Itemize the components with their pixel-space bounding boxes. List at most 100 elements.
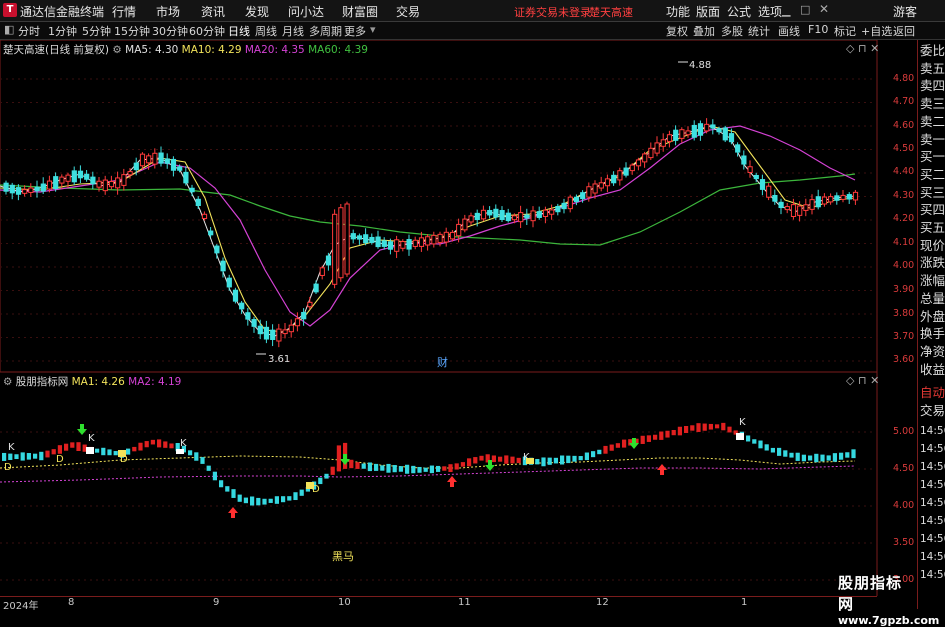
period-tab-multi[interactable]: 多周期 <box>309 23 342 39</box>
candle-body <box>797 205 803 216</box>
collapse-icon[interactable]: ⊓ <box>858 374 867 387</box>
time-tick: 14:56 <box>920 551 945 563</box>
indicator-bar <box>640 435 645 444</box>
candle-body <box>542 209 549 217</box>
diamond-icon[interactable]: ◇ <box>846 374 854 387</box>
candle-body <box>170 158 177 171</box>
menu-wealth-circle[interactable]: 财富圈 <box>342 3 378 20</box>
period-tab-30min[interactable]: 30分钟 <box>152 23 188 39</box>
auto-mode-label[interactable]: 自动 <box>920 384 945 402</box>
finance-marker[interactable]: 财 <box>437 355 448 369</box>
period-tab-1min[interactable]: 1分钟 <box>48 23 77 39</box>
indicator-bar <box>14 454 19 460</box>
period-tab-weekly[interactable]: 周线 <box>255 23 277 39</box>
candle-body <box>611 174 617 184</box>
candle-body <box>201 213 208 220</box>
indicator-name[interactable]: 股朋指标网 <box>16 376 69 388</box>
kline-chart[interactable]: 4.88 3.61 财 K K K K K D D D D 黑马 <box>0 40 917 596</box>
candle-body <box>177 166 183 171</box>
panel-close-icon[interactable]: ✕ <box>870 42 879 55</box>
btn-statistics[interactable]: 统计 <box>748 23 770 39</box>
period-tab-60min[interactable]: 60分钟 <box>189 23 225 39</box>
app-title: 通达信金融终端 <box>20 5 105 19</box>
candle-body <box>834 195 840 201</box>
time-tick: 14:56 <box>920 497 945 509</box>
indicator-bar <box>467 458 472 467</box>
indicator-bar <box>231 489 236 498</box>
more-dropdown-icon[interactable]: ▾ <box>370 23 376 36</box>
indicator-bar <box>746 435 751 442</box>
candle-body <box>536 211 542 218</box>
k-mark: K <box>88 433 95 444</box>
menu-discover[interactable]: 发现 <box>245 3 269 20</box>
menu-trade[interactable]: 交易 <box>396 3 420 20</box>
indicator-bar <box>219 480 224 488</box>
period-tab-intraday[interactable]: 分时 <box>18 23 40 39</box>
candle-body <box>456 223 462 237</box>
minimize-icon[interactable]: ▁ <box>782 4 790 17</box>
maximize-icon[interactable]: □ <box>800 3 810 16</box>
indicator-bar <box>268 498 273 503</box>
menu-ask[interactable]: 问小达 <box>288 3 324 20</box>
trade-login-notice[interactable]: 证券交易未登录 <box>514 4 591 20</box>
settings-gear-icon[interactable]: ⚙ <box>112 44 121 56</box>
period-tab-5min[interactable]: 5分钟 <box>82 23 111 39</box>
panel-close-icon[interactable]: ✕ <box>870 374 879 387</box>
candle-body <box>9 184 15 194</box>
toolbar-handle-icon[interactable]: ◧ <box>4 23 14 36</box>
indicator-bar <box>324 473 329 479</box>
btn-back[interactable]: 返回 <box>893 23 915 39</box>
candle-body <box>846 194 852 200</box>
candle-body <box>629 164 635 172</box>
candle-body <box>164 158 170 164</box>
indicator-gear-icon[interactable]: ⚙ <box>3 376 12 388</box>
indicator-bar <box>299 489 304 496</box>
menu-layout[interactable]: 版面 <box>696 3 720 20</box>
btn-add-watchlist[interactable]: +自选 <box>861 23 892 39</box>
btn-f10[interactable]: F10 <box>808 23 828 36</box>
indicator-bar <box>150 439 155 445</box>
menu-market[interactable]: 市场 <box>156 3 180 20</box>
candle-body <box>158 152 164 164</box>
watermark-name: 股朋指标网 <box>838 574 903 613</box>
menu-news[interactable]: 资讯 <box>201 3 225 20</box>
indicator-bar <box>293 492 298 501</box>
menu-formula[interactable]: 公式 <box>727 3 751 20</box>
diamond-icon[interactable]: ◇ <box>846 42 854 55</box>
y-tick: 4.50 <box>893 463 915 474</box>
period-tab-15min[interactable]: 15分钟 <box>114 23 150 39</box>
btn-adjust[interactable]: 复权 <box>666 23 688 39</box>
quote-field-label: 卖一 <box>920 131 945 147</box>
indicator-bar <box>436 465 441 472</box>
btn-multi-stock[interactable]: 多股 <box>721 23 743 39</box>
menu-quotes[interactable]: 行情 <box>112 3 136 20</box>
close-icon[interactable]: ✕ <box>819 2 829 16</box>
guest-user[interactable]: 游客 <box>893 3 917 20</box>
y-tick: 4.00 <box>893 500 915 511</box>
candle-body <box>821 196 828 205</box>
trade-tab[interactable]: 交易 <box>920 402 945 420</box>
indicator-bar <box>696 423 701 432</box>
collapse-icon[interactable]: ⊓ <box>858 42 867 55</box>
indicator-bar <box>225 486 230 492</box>
indicator-bar <box>386 463 391 473</box>
btn-overlay[interactable]: 叠加 <box>693 23 715 39</box>
ma10-label: MA10: 4.29 <box>181 44 242 56</box>
btn-mark[interactable]: 标记 <box>834 23 856 39</box>
indicator-bar <box>566 455 571 464</box>
y-tick: 4.70 <box>893 96 915 107</box>
period-tab-monthly[interactable]: 月线 <box>282 23 304 39</box>
candle-body <box>257 325 263 335</box>
quote-field-label: 卖四 <box>920 78 945 94</box>
y-tick: 4.00 <box>893 260 915 271</box>
indicator-bar <box>212 471 217 481</box>
menu-options[interactable]: 选项 <box>758 3 782 20</box>
period-tab-daily[interactable]: 日线 <box>228 23 250 39</box>
app-logo-icon[interactable]: T <box>3 3 17 17</box>
quote-field-label: 卖五 <box>920 60 945 76</box>
period-tab-more[interactable]: 更多 <box>344 23 366 39</box>
y-tick: 5.00 <box>893 426 915 437</box>
x-tick: 9 <box>213 597 220 608</box>
menu-function[interactable]: 功能 <box>666 3 690 20</box>
btn-draw-line[interactable]: 画线 <box>778 23 800 39</box>
